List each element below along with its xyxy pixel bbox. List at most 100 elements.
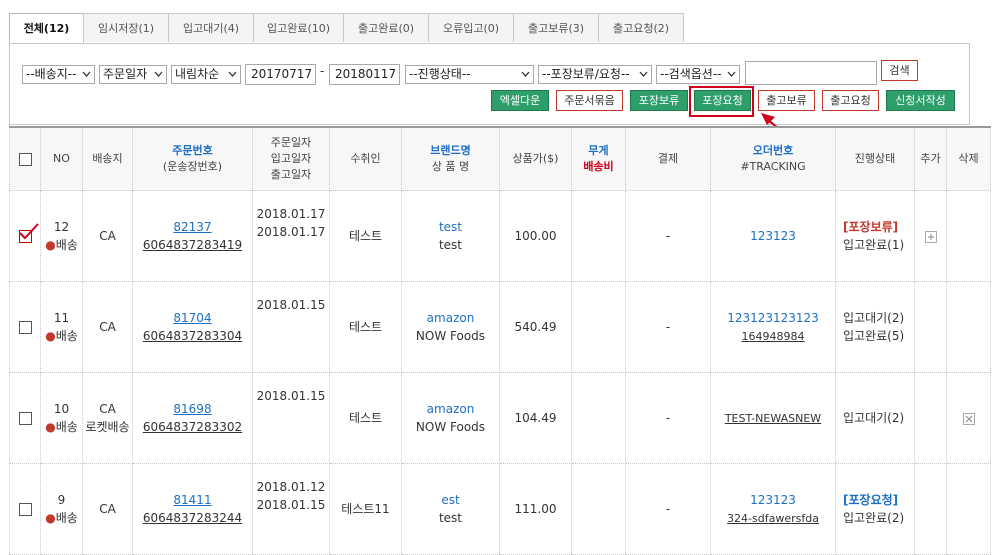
row-order-ref[interactable]: 123123123123 <box>711 309 835 327</box>
row-date-1: 2018.01.15 <box>256 298 326 312</box>
status-tabs: 전체(12) 임시저장(1) 입고대기(4) 입고완료(10) 출고완료(0) 오류입고(… <box>9 13 684 44</box>
search-option-select[interactable]: --검색옵션-- <box>656 65 740 84</box>
row-status-1: [포장요청] <box>843 493 899 507</box>
date-to-input[interactable]: 20180117 <box>329 64 400 85</box>
waybill-link[interactable]: 6064837283302 <box>143 420 242 434</box>
order-number-link[interactable]: 81411 <box>173 493 211 507</box>
row-order-ref[interactable]: 123123 <box>711 227 835 245</box>
row-check-cell <box>9 463 41 555</box>
row-order-ref-cell: 123123 <box>710 190 836 282</box>
table-row: 9 ●배송 CA 81411 6064837283244 2018.01.12 2018.0… <box>9 463 991 555</box>
row-status-2: 입고완료(2) <box>843 511 905 525</box>
waybill-link[interactable]: 6064837283244 <box>143 511 242 525</box>
row-no-cell: 11 ●배송 <box>40 281 83 373</box>
pack-status-select-value: --포장보류/요청-- <box>542 67 630 81</box>
row-checkbox[interactable] <box>18 321 32 334</box>
tab-1[interactable]: 임시저장(1) <box>83 13 169 42</box>
tab-4[interactable]: 출고완료(0) <box>343 13 429 42</box>
pack-hold-button[interactable]: 포장보류 <box>630 90 688 111</box>
col-order-ref: 오더번호 #TRACKING <box>710 126 836 191</box>
chevron-down-icon <box>521 71 530 77</box>
row-brand[interactable]: amazon <box>402 309 499 327</box>
ship-hold-button[interactable]: 출고보류 <box>758 90 815 111</box>
order-number-link[interactable]: 81704 <box>173 311 211 325</box>
waybill-link[interactable]: 6064837283304 <box>143 329 242 343</box>
row-add-cell <box>914 463 947 555</box>
row-brand[interactable]: est <box>402 491 499 509</box>
col-dates-1: 주문일자 <box>270 136 312 149</box>
row-no: 10 <box>53 402 70 416</box>
search-button[interactable]: 검색 <box>881 60 918 81</box>
sort-select[interactable]: 내림차순 <box>171 65 241 84</box>
date-from-input[interactable]: 20170717 <box>245 64 316 85</box>
bullet-icon: ● <box>45 238 56 252</box>
row-check-cell <box>9 281 41 373</box>
row-order-cell: 82137 6064837283419 <box>132 190 253 282</box>
order-table: NO 배송지 주문번호 (운송장번호) 주문일자 입고일자 출고일자 수취인 브… <box>9 126 991 555</box>
row-receiver: 테스트11 <box>329 463 402 555</box>
row-ship-to-cell: CA <box>82 190 133 282</box>
row-checkbox[interactable] <box>18 503 32 516</box>
col-dates-2: 입고일자 <box>270 152 312 165</box>
col-brand-label[interactable]: 브랜드명 <box>402 143 499 159</box>
col-receiver: 수취인 <box>329 126 402 191</box>
tab-5[interactable]: 오류입고(0) <box>428 13 514 42</box>
ship-to-select[interactable]: --배송지-- <box>22 65 95 84</box>
red-checkmark-icon <box>18 223 39 240</box>
select-all-checkbox[interactable] <box>18 152 32 166</box>
col-order-ref-label[interactable]: 오더번호 <box>711 143 835 159</box>
row-order-ref-cell: 123123 324-sdfawersfda <box>710 463 836 555</box>
row-delete-cell <box>946 281 991 373</box>
pack-status-select[interactable]: --포장보류/요청-- <box>538 65 652 84</box>
tab-6[interactable]: 출고보류(3) <box>513 13 599 42</box>
delete-icon[interactable] <box>962 412 975 425</box>
row-tracking[interactable]: 164948984 <box>742 330 805 343</box>
row-receiver: 테스트 <box>329 372 402 464</box>
row-kind-label: 배송 <box>55 238 78 252</box>
col-order-no: 주문번호 (운송장번호) <box>132 126 253 191</box>
row-kind: ●배송 <box>41 509 82 527</box>
row-no: 12 <box>53 220 70 234</box>
row-kind-label: 배송 <box>55 329 78 343</box>
row-kind-label: 배송 <box>55 511 78 525</box>
row-checkbox[interactable] <box>18 412 32 425</box>
row-dates-cell: 2018.01.17 2018.01.17 <box>252 190 330 282</box>
row-order-cell: 81411 6064837283244 <box>132 463 253 555</box>
col-weight-label: 무게 <box>588 144 609 157</box>
row-price: 100.00 <box>499 190 572 282</box>
order-number-link[interactable]: 82137 <box>173 220 211 234</box>
row-status-2: 입고완료(5) <box>843 329 905 343</box>
row-date-2: 2018.01.15 <box>256 498 326 512</box>
row-brand[interactable]: amazon <box>402 400 499 418</box>
row-tracking[interactable]: 324-sdfawersfda <box>727 512 819 525</box>
row-receiver: 테스트 <box>329 190 402 282</box>
row-brand[interactable]: test <box>402 218 499 236</box>
add-icon[interactable] <box>924 230 937 243</box>
row-dates-cell: 2018.01.12 2018.01.15 <box>252 463 330 555</box>
date-type-select-value: 주문일자 <box>103 67 148 81</box>
row-checkbox[interactable] <box>18 223 39 243</box>
row-ship-to-2: 로켓배송 <box>85 420 130 434</box>
row-tracking[interactable]: TEST-NEWASNEW <box>725 412 821 425</box>
ship-request-button[interactable]: 출고요청 <box>822 90 879 111</box>
tab-0[interactable]: 전체(12) <box>9 13 84 44</box>
application-button[interactable]: 신청서작성 <box>886 90 955 111</box>
waybill-link[interactable]: 6064837283419 <box>143 238 242 252</box>
row-order-ref[interactable]: 123123 <box>711 491 835 509</box>
progress-select[interactable]: --진행상태-- <box>405 65 534 84</box>
table-header-row: NO 배송지 주문번호 (운송장번호) 주문일자 입고일자 출고일자 수취인 브… <box>9 126 991 191</box>
row-status-cell: [포장요청] 입고완료(2) <box>835 463 915 555</box>
tab-2[interactable]: 입고대기(4) <box>168 13 254 42</box>
tab-3[interactable]: 입고완료(10) <box>253 13 344 42</box>
search-input[interactable] <box>745 61 877 85</box>
sort-select-value: 내림차순 <box>175 67 220 81</box>
tab-7[interactable]: 출고요청(2) <box>598 13 684 42</box>
excel-download-button[interactable]: 엑셀다운 <box>491 90 549 111</box>
date-type-select[interactable]: 주문일자 <box>99 65 167 84</box>
col-order-no-label[interactable]: 주문번호 <box>133 143 252 159</box>
order-bundle-button[interactable]: 주문서묶음 <box>556 90 623 111</box>
order-number-link[interactable]: 81698 <box>173 402 211 416</box>
row-receiver: 테스트 <box>329 281 402 373</box>
row-brand-cell: amazon NOW Foods <box>401 372 500 464</box>
row-status-cell: [포장보류] 입고완료(1) <box>835 190 915 282</box>
